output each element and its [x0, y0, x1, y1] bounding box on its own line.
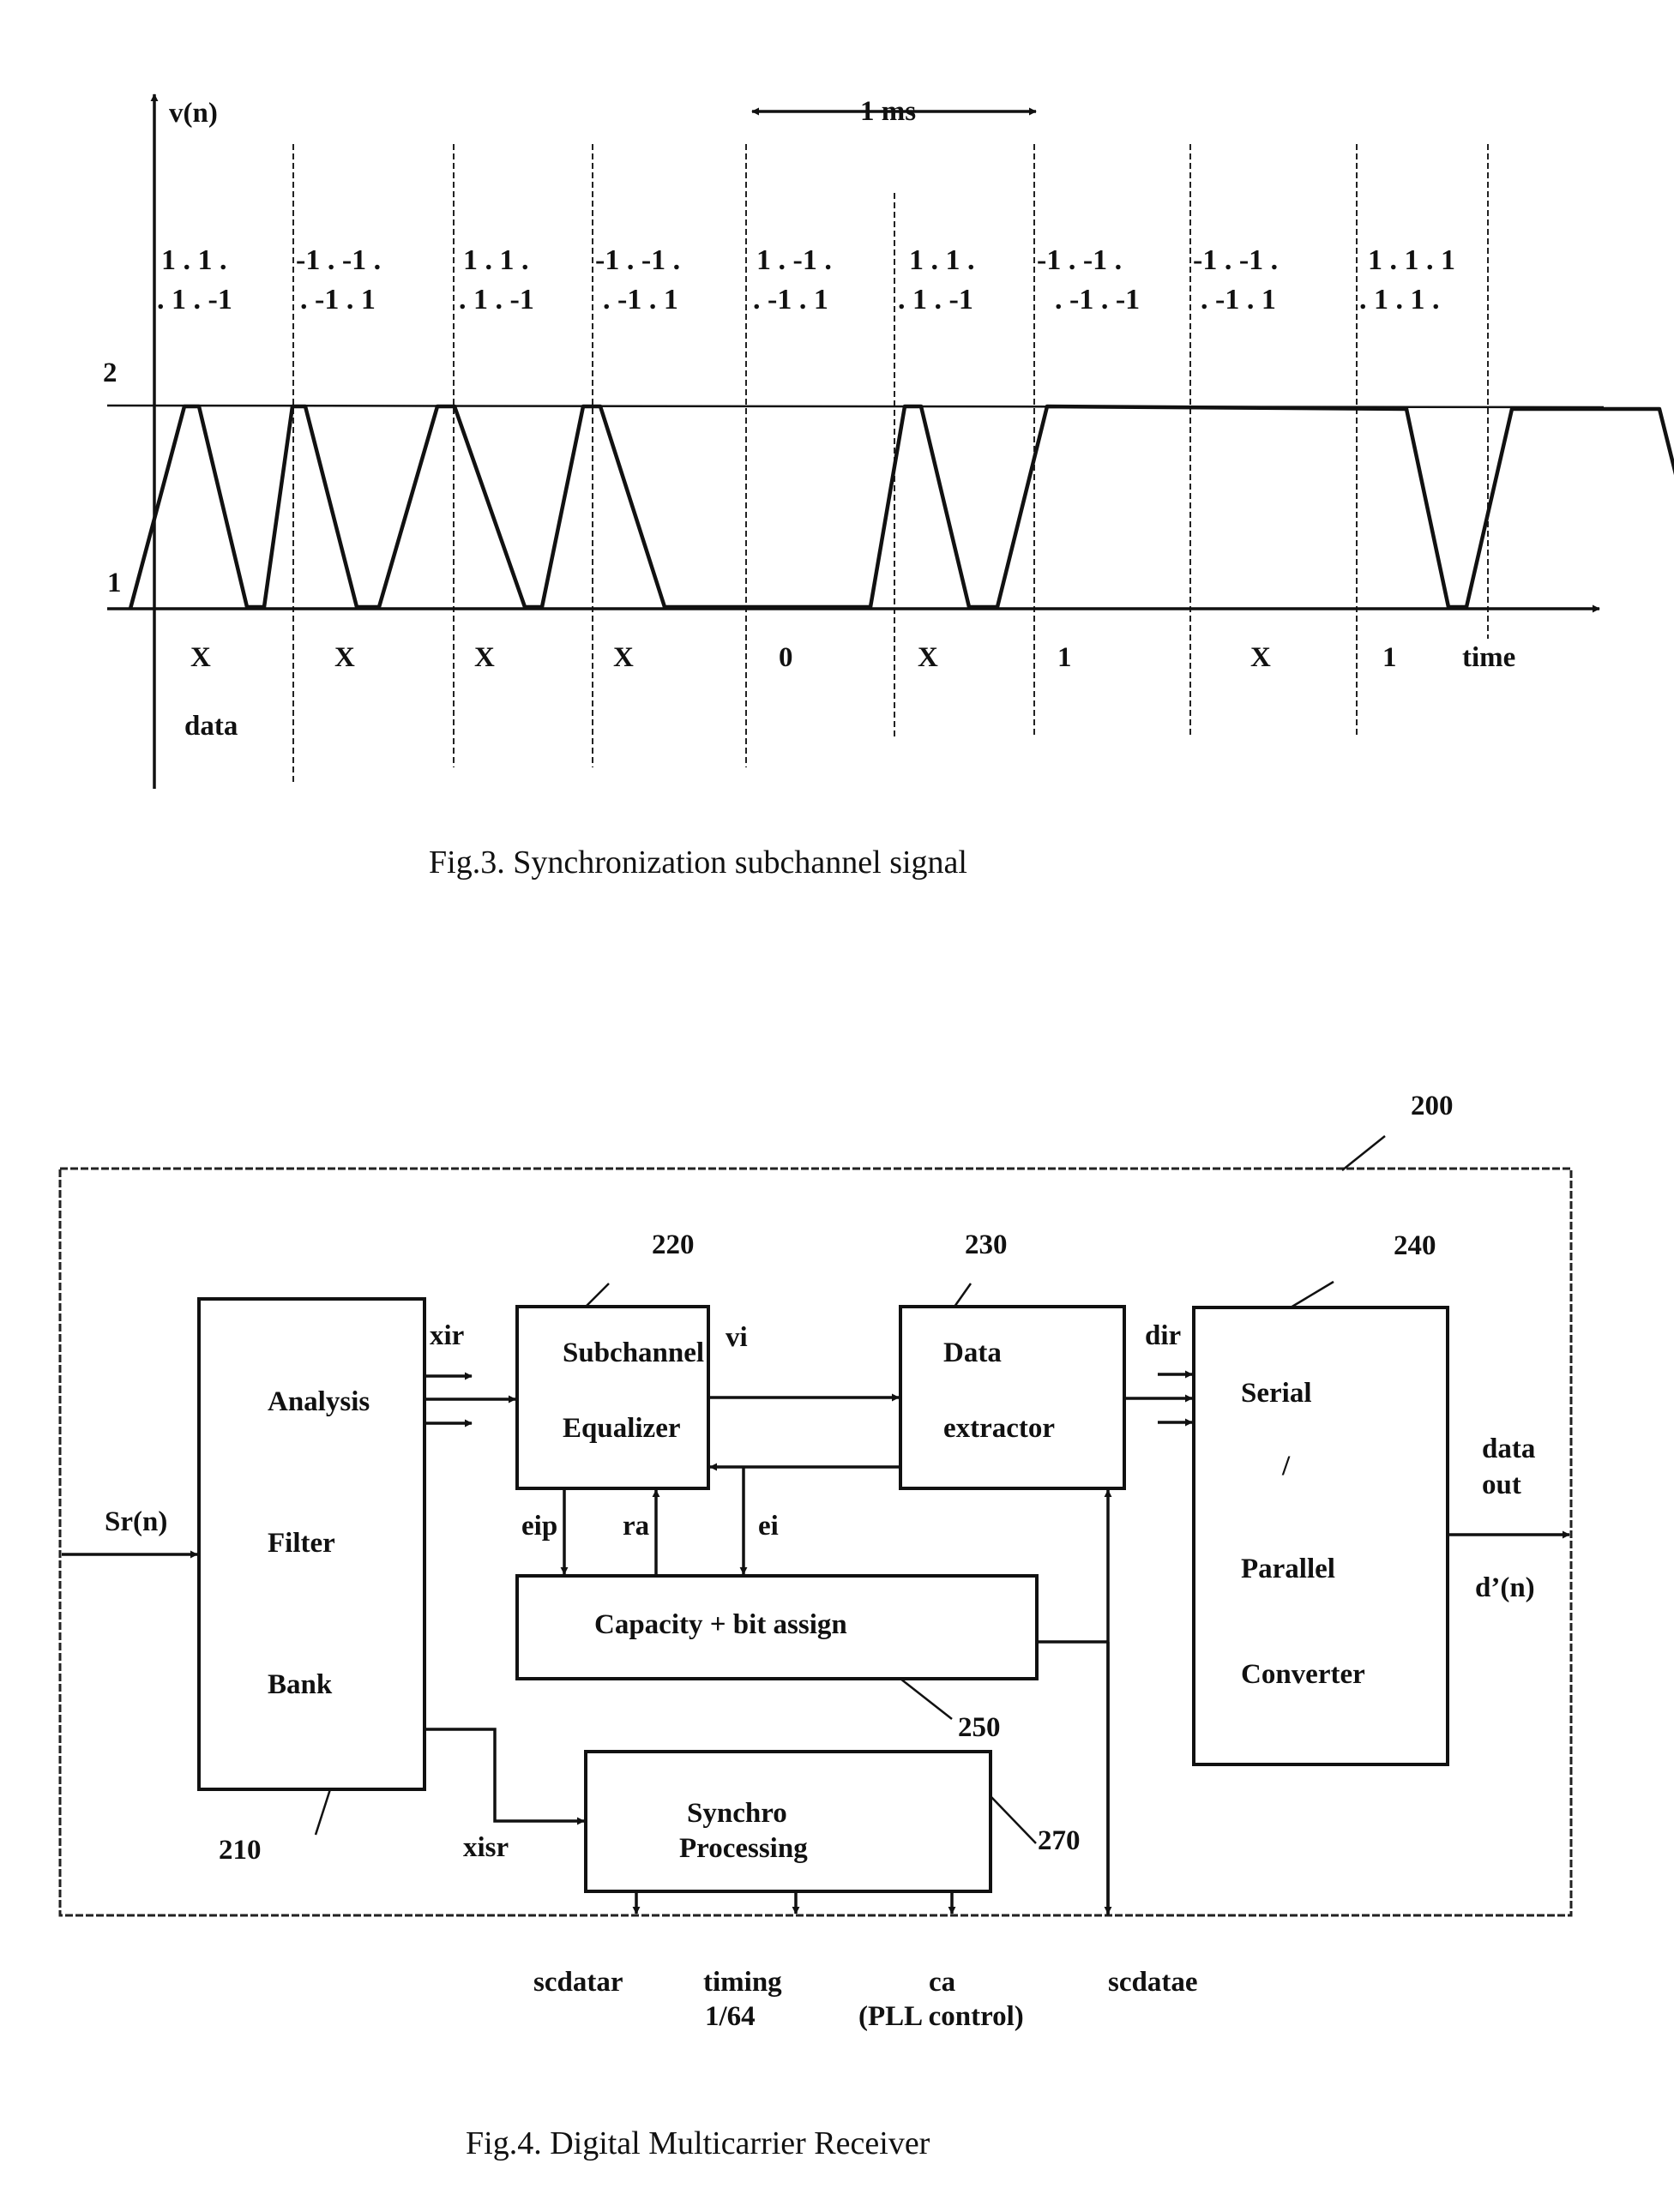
data-symbol: X	[190, 642, 211, 673]
serial-parallel-converter-block	[1192, 1306, 1449, 1766]
sequence-row-1: 1 . 1 . -1 . -1 . 1 . 1 . -1 . -1 . 1 . …	[161, 244, 1455, 276]
data-symbol: 0	[779, 642, 793, 673]
sequence-cell: 1 . -1 .	[756, 244, 832, 276]
sequence-cell: . -1 . 1	[1201, 284, 1276, 316]
ei-label: ei	[758, 1511, 779, 1542]
xisr-wire	[425, 1728, 585, 1825]
xir-label: xir	[430, 1320, 464, 1351]
sequence-cell: -1 . -1 .	[1193, 244, 1278, 276]
data-symbol: 1	[1057, 642, 1072, 673]
data-symbols: X X X X 0 X 1 X 1	[190, 642, 1397, 673]
subchannel-label: Subchannel	[563, 1337, 704, 1368]
data-symbol: X	[334, 642, 355, 673]
data-symbol: X	[1250, 642, 1271, 673]
ref-210-leader	[314, 1788, 332, 1836]
ref-220-leader	[585, 1283, 610, 1307]
extractor-label: extractor	[943, 1413, 1055, 1444]
sequence-cell: . 1 . -1	[898, 284, 973, 316]
pll-control-label: (PLL control)	[858, 2001, 1024, 2032]
ref-230: 230	[965, 1229, 1008, 1260]
sequence-cell: -1 . -1 .	[296, 244, 381, 276]
synchro-processing-block	[584, 1750, 992, 1893]
equalizer-label: Equalizer	[563, 1413, 681, 1444]
converter-label: Converter	[1241, 1659, 1365, 1690]
serial-label: Serial	[1241, 1378, 1311, 1409]
sequence-cell: -1 . -1 .	[1037, 244, 1122, 276]
sequence-cell: 1 . 1 . 1	[1368, 244, 1455, 276]
fig4-caption: Fig.4. Digital Multicarrier Receiver	[466, 2125, 930, 2161]
ref-200: 200	[1411, 1091, 1454, 1121]
subchannel-equalizer-block	[515, 1305, 710, 1490]
eip-label: eip	[521, 1511, 557, 1542]
x-axis-label: time	[1462, 642, 1515, 673]
timing-label: timing	[703, 1967, 782, 1998]
ref-200-leader	[1341, 1135, 1386, 1171]
filter-label: Filter	[268, 1528, 335, 1559]
input-signal-label: Sr(n)	[105, 1506, 167, 1537]
ra-label: ra	[623, 1511, 649, 1542]
ref-240-leader	[1290, 1280, 1334, 1309]
scdatae-label: scdatae	[1108, 1967, 1197, 1998]
data-symbol: 1	[1382, 642, 1397, 673]
level-1-label: 1	[107, 568, 122, 598]
data-extractor-block	[899, 1305, 1126, 1490]
sequence-cell: . 1 . 1 .	[1359, 284, 1440, 316]
data-out-label-1: data	[1482, 1434, 1535, 1464]
data-symbol: X	[918, 642, 938, 673]
bank-label: Bank	[268, 1669, 333, 1700]
output-signal-label: d’(n)	[1475, 1572, 1535, 1603]
data-label: Data	[943, 1337, 1002, 1368]
parallel-label: Parallel	[1241, 1554, 1335, 1584]
sequence-cell: . -1 . 1	[300, 284, 376, 316]
ref-270-leader	[990, 1795, 1037, 1844]
fig3-caption: Fig.3. Synchronization subchannel signal	[429, 845, 967, 881]
fig4-block-diagram: 200 Analysis Filter Bank Subchannel Equa…	[58, 1091, 1573, 2161]
processing-label: Processing	[679, 1833, 808, 1864]
ref-210: 210	[219, 1835, 262, 1866]
timing-rate-label: 1/64	[705, 2001, 756, 2032]
xisr-label: xisr	[463, 1832, 509, 1863]
sequence-cell: . -1 . 1	[603, 284, 678, 316]
ref-220: 220	[652, 1229, 695, 1260]
ca-label: ca	[929, 1967, 955, 1998]
sequence-cell: -1 . -1 .	[595, 244, 680, 276]
level-2-label: 2	[103, 358, 117, 388]
fig3-timing-diagram: v(n) 1 ms 2 1 time data 1 . 1 . -1 . -1 …	[103, 93, 1674, 881]
sequence-row-2: . 1 . -1 . -1 . 1 . 1 . -1 . -1 . 1 . -1…	[157, 284, 1440, 316]
ref-270: 270	[1038, 1825, 1081, 1856]
sequence-cell: 1 . 1 .	[909, 244, 975, 276]
sequence-cell: . -1 . 1	[753, 284, 828, 316]
y-axis-label: v(n)	[169, 98, 218, 129]
analysis-label: Analysis	[268, 1386, 370, 1417]
ref-230-leader	[953, 1283, 972, 1307]
patent-figures: v(n) 1 ms 2 1 time data 1 . 1 . -1 . -1 …	[58, 93, 1674, 2161]
sequence-cell: 1 . 1 .	[161, 244, 227, 276]
slash-label: /	[1281, 1451, 1291, 1482]
period-label: 1 ms	[860, 96, 916, 127]
ref-250: 250	[958, 1712, 1001, 1743]
sequence-cell: . 1 . -1	[157, 284, 232, 316]
data-symbol: X	[474, 642, 495, 673]
dir-label: dir	[1145, 1320, 1181, 1351]
sequence-cell: 1 . 1 .	[463, 244, 529, 276]
capacity-label: Capacity + bit assign	[594, 1609, 847, 1640]
slot-boundaries	[292, 144, 1489, 784]
ref-250-leader	[900, 1678, 953, 1720]
scdatar-label: scdatar	[533, 1967, 623, 1998]
vi-label: vi	[726, 1322, 748, 1353]
synchro-label: Synchro	[687, 1798, 787, 1829]
sync-waveform	[128, 404, 1674, 610]
sequence-cell: . 1 . -1	[459, 284, 534, 316]
sequence-cell: . -1 . -1	[1055, 284, 1140, 316]
data-row-label: data	[184, 711, 238, 742]
ref-240: 240	[1394, 1230, 1436, 1261]
data-out-label-2: out	[1482, 1470, 1521, 1500]
data-symbol: X	[613, 642, 634, 673]
